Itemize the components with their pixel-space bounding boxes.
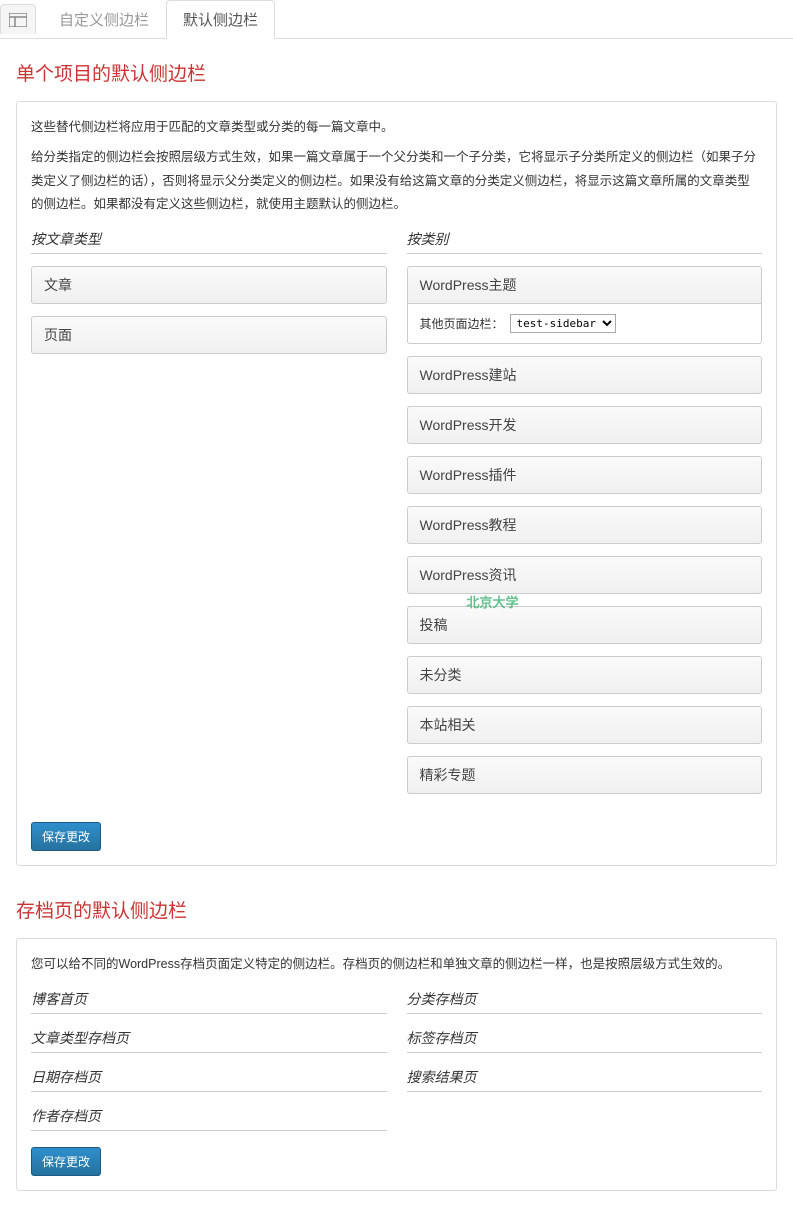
archive-item-category[interactable]: 分类存档页: [407, 989, 763, 1014]
post-type-item[interactable]: 页面: [31, 316, 387, 354]
category-item[interactable]: WordPress教程: [407, 506, 763, 544]
tabs-bar: 自定义侧边栏 默认侧边栏: [0, 0, 793, 39]
sidebar-select[interactable]: test-sidebar: [510, 314, 616, 333]
desc-line: 您可以给不同的WordPress存档页面定义特定的侧边栏。存档页的侧边栏和单独文…: [31, 953, 762, 977]
col-header-post-types: 按文章类型: [31, 229, 387, 254]
sub-label: 其他页面边栏：: [420, 315, 504, 332]
archive-item-blog-home[interactable]: 博客首页: [31, 989, 387, 1014]
section-archive-defaults: 存档页的默认侧边栏 您可以给不同的WordPress存档页面定义特定的侧边栏。存…: [0, 896, 793, 1191]
panel-description: 您可以给不同的WordPress存档页面定义特定的侧边栏。存档页的侧边栏和单独文…: [31, 953, 762, 977]
archive-item-tag[interactable]: 标签存档页: [407, 1028, 763, 1053]
archive-item-search[interactable]: 搜索结果页: [407, 1067, 763, 1092]
panel-single: 这些替代侧边栏将应用于匹配的文章类型或分类的每一篇文章中。 给分类指定的侧边栏会…: [16, 101, 777, 866]
columns: 按文章类型 文章 页面 按类别 WordPress主题 其他页面边栏： test…: [31, 229, 762, 806]
archive-item-author[interactable]: 作者存档页: [31, 1106, 387, 1131]
archive-item-date[interactable]: 日期存档页: [31, 1067, 387, 1092]
category-sub-panel: 其他页面边栏： test-sidebar: [407, 304, 763, 344]
section-single-defaults: 单个项目的默认侧边栏 这些替代侧边栏将应用于匹配的文章类型或分类的每一篇文章中。…: [0, 59, 793, 866]
col-categories: 按类别 WordPress主题 其他页面边栏： test-sidebar Wor…: [407, 229, 763, 806]
col-header-categories: 按类别: [407, 229, 763, 254]
category-item[interactable]: WordPress插件: [407, 456, 763, 494]
category-item[interactable]: 精彩专题: [407, 756, 763, 794]
category-item[interactable]: WordPress资讯: [407, 556, 763, 594]
section-title: 单个项目的默认侧边栏: [16, 59, 777, 86]
panel-description: 这些替代侧边栏将应用于匹配的文章类型或分类的每一篇文章中。 给分类指定的侧边栏会…: [31, 116, 762, 217]
category-item[interactable]: 投稿: [407, 606, 763, 644]
category-item[interactable]: WordPress开发: [407, 406, 763, 444]
desc-line-2: 给分类指定的侧边栏会按照层级方式生效，如果一篇文章属于一个父分类和一个子分类，它…: [31, 146, 762, 217]
category-item[interactable]: 本站相关: [407, 706, 763, 744]
tab-custom-sidebar[interactable]: 自定义侧边栏: [42, 0, 166, 38]
save-button[interactable]: 保存更改: [31, 1147, 101, 1176]
category-item[interactable]: WordPress建站: [407, 356, 763, 394]
section-title: 存档页的默认侧边栏: [16, 896, 777, 923]
category-item[interactable]: WordPress主题: [407, 266, 763, 304]
col-post-types: 按文章类型 文章 页面: [31, 229, 387, 806]
save-button[interactable]: 保存更改: [31, 822, 101, 851]
watermark-text: 北京大学: [467, 592, 519, 611]
panel-archive: 您可以给不同的WordPress存档页面定义特定的侧边栏。存档页的侧边栏和单独文…: [16, 938, 777, 1191]
category-item[interactable]: 未分类: [407, 656, 763, 694]
post-type-item[interactable]: 文章: [31, 266, 387, 304]
tab-default-sidebar[interactable]: 默认侧边栏: [166, 0, 275, 39]
layout-icon[interactable]: [0, 4, 36, 34]
archive-item-post-type[interactable]: 文章类型存档页: [31, 1028, 387, 1053]
desc-line-1: 这些替代侧边栏将应用于匹配的文章类型或分类的每一篇文章中。: [31, 116, 762, 140]
archive-grid: 博客首页 分类存档页 文章类型存档页 标签存档页 日期存档页 搜索结果页 作者存…: [31, 989, 762, 1131]
